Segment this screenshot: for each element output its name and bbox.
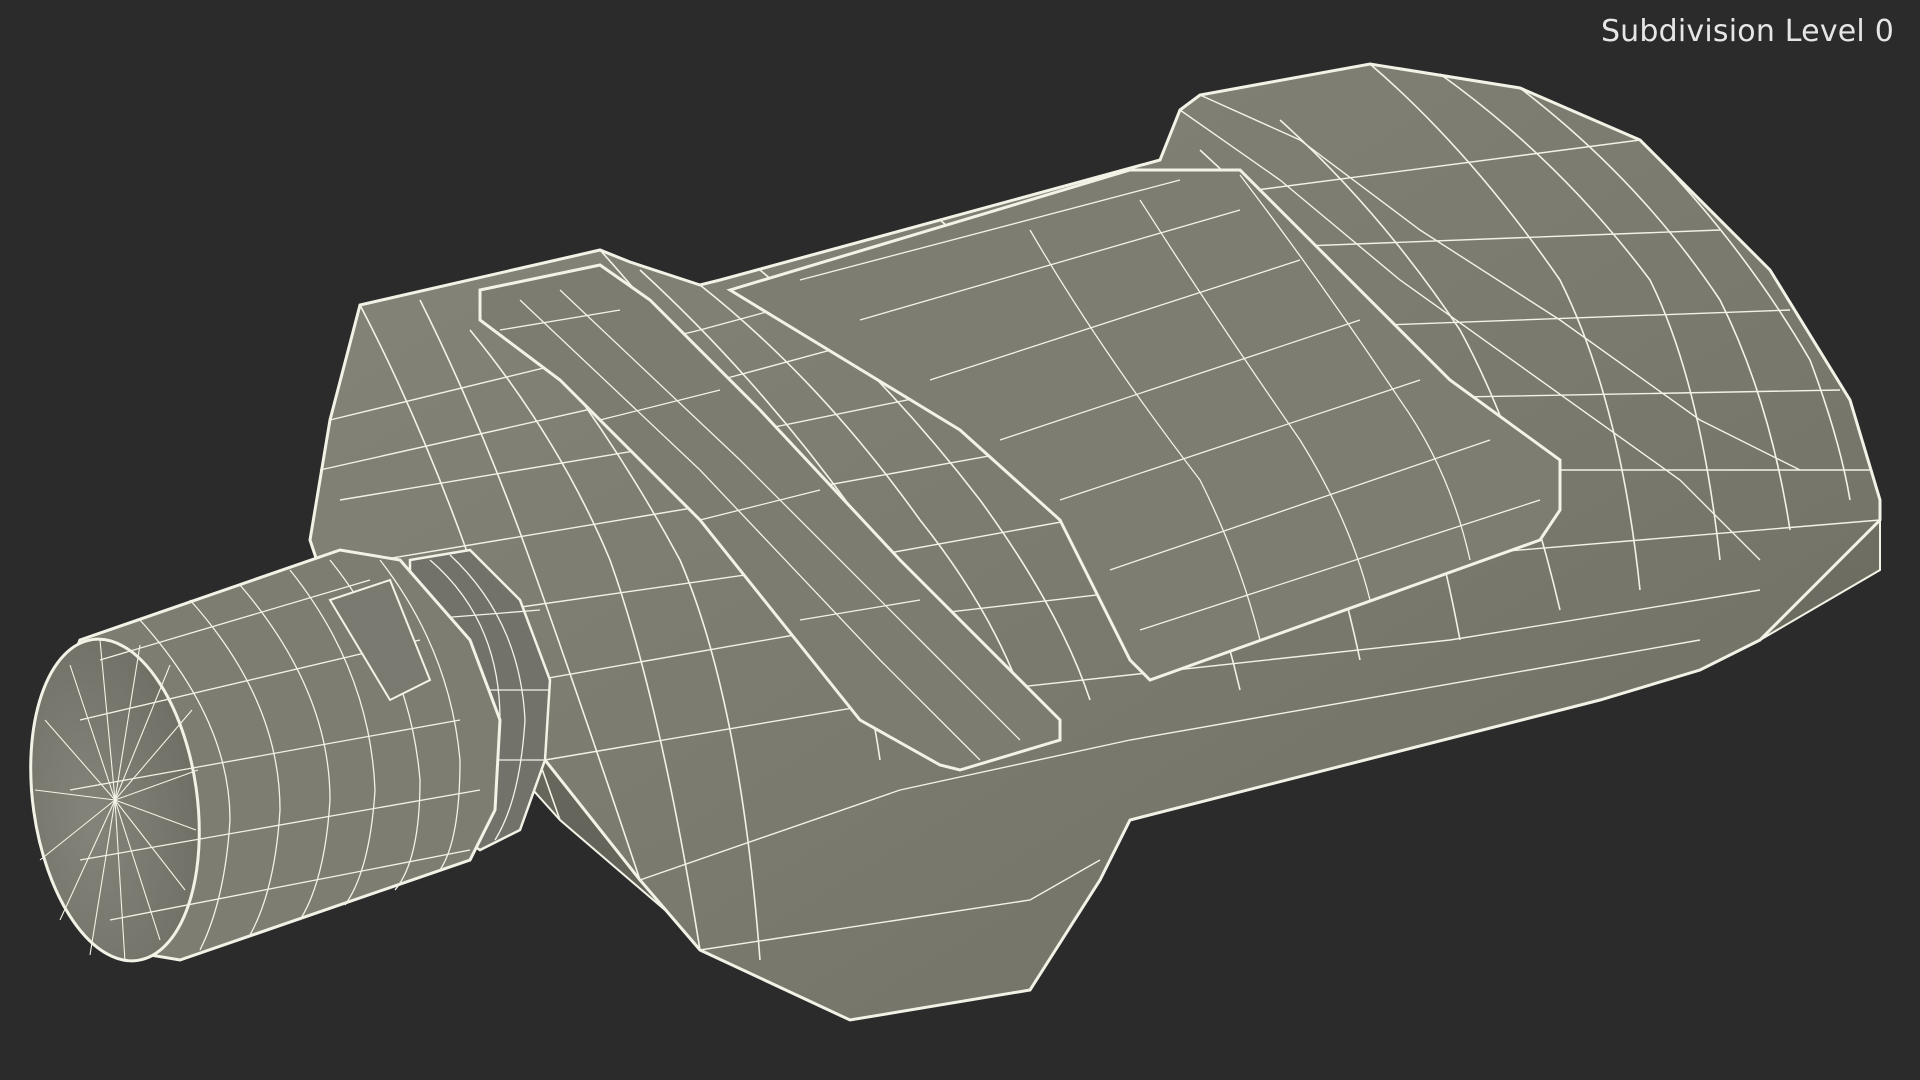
subdivision-level-label: Subdivision Level 0 [1600, 14, 1894, 49]
knob-cap [29, 548, 502, 963]
wireframe-model [29, 62, 1882, 1022]
viewport[interactable]: Subdivision Level 0 [0, 0, 1920, 1080]
